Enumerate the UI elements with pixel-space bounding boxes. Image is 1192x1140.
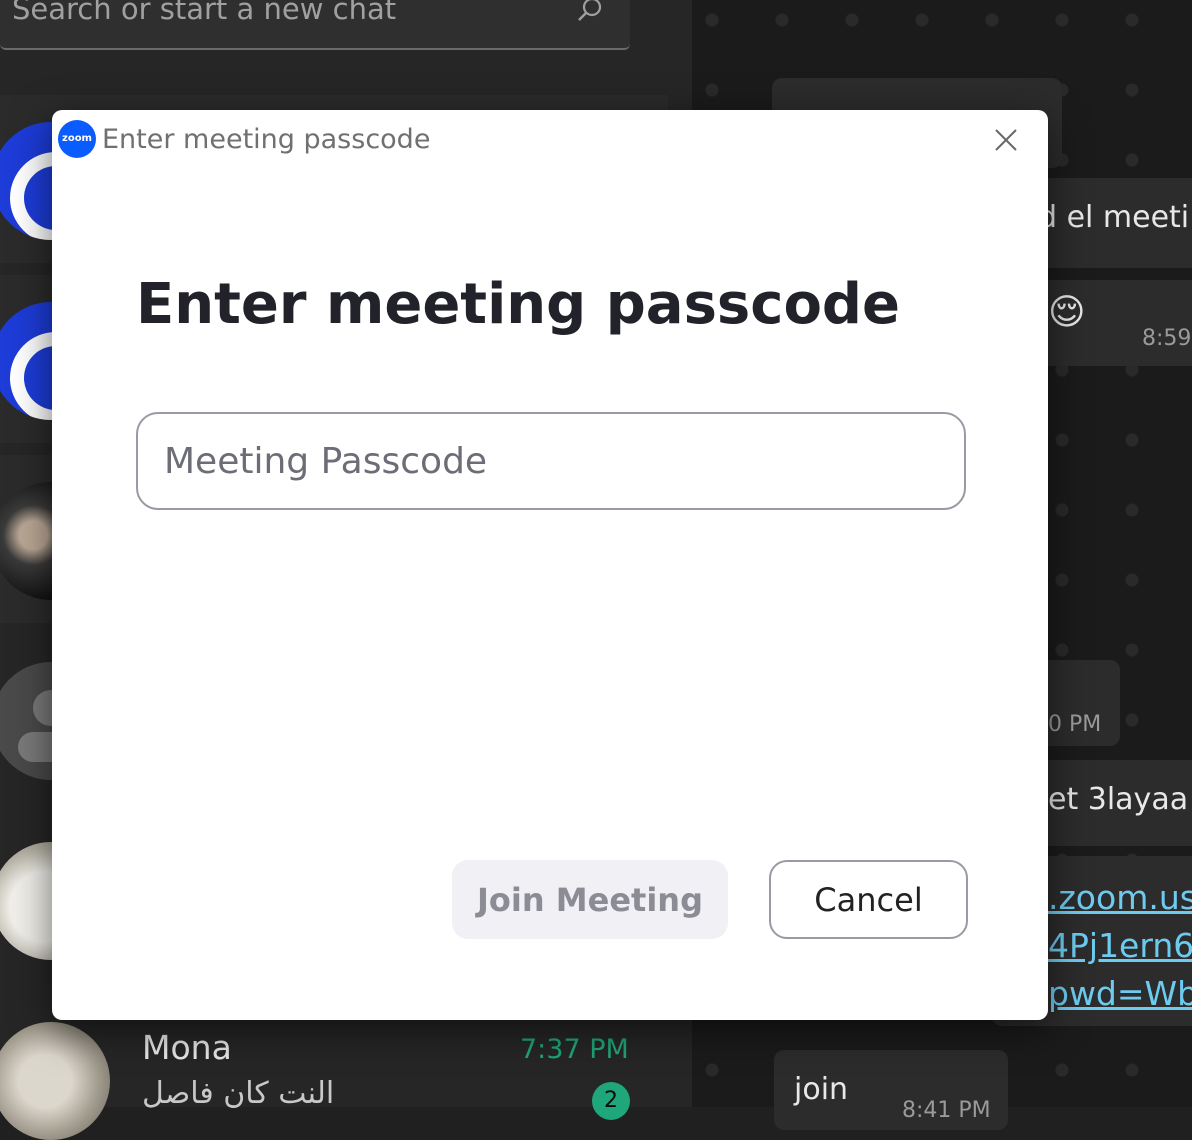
window-title: Enter meeting passcode	[102, 124, 431, 155]
unread-badge: 2	[592, 1082, 630, 1120]
close-icon	[995, 129, 1017, 151]
passcode-dialog: zoom Enter meeting passcode Enter meetin…	[52, 110, 1048, 1020]
message-link[interactable]: pwd=WbI	[1048, 974, 1192, 1013]
cancel-button[interactable]: Cancel	[769, 860, 968, 939]
message-text: join	[794, 1072, 849, 1107]
avatar	[0, 1022, 110, 1140]
message-preview: النت كان فاصل	[142, 1076, 335, 1111]
message-time: 0 PM	[1048, 712, 1102, 737]
message-bubble: join 8:41 PM	[774, 1050, 1008, 1130]
dialog-heading: Enter meeting passcode	[136, 272, 900, 337]
message-link[interactable]: .zoom.us/	[1048, 878, 1192, 917]
search-box[interactable]: Search or start a new chat	[0, 0, 630, 50]
message-link[interactable]: 4Pj1ern6m	[1048, 926, 1192, 965]
join-meeting-button[interactable]: Join Meeting	[452, 860, 728, 939]
passcode-input[interactable]	[136, 412, 966, 510]
contact-name: Mona	[142, 1028, 232, 1067]
message-time: 8:41 PM	[902, 1098, 991, 1123]
close-button[interactable]	[988, 122, 1024, 158]
emoji: 😌	[1048, 292, 1086, 333]
message-time: 8:59	[1142, 326, 1192, 351]
message-text: et 3layaa	[1048, 782, 1189, 817]
search-placeholder: Search or start a new chat	[12, 0, 397, 26]
message-text: d el meeti	[1038, 200, 1190, 235]
message-time: 7:37 PM	[520, 1034, 629, 1065]
zoom-logo-icon: zoom	[58, 120, 96, 158]
search-icon[interactable]	[576, 0, 604, 28]
